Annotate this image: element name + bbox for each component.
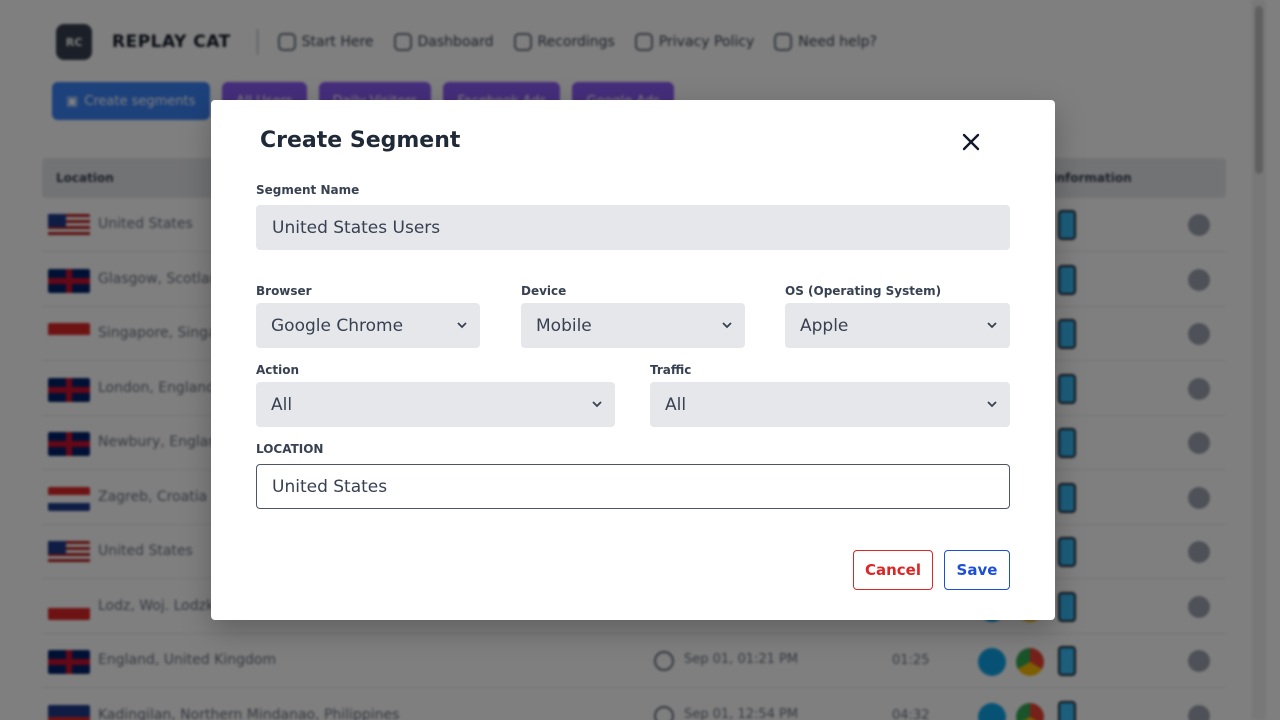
save-button[interactable]: Save bbox=[944, 550, 1010, 590]
os-value: Apple bbox=[800, 315, 849, 336]
close-icon bbox=[962, 133, 980, 151]
os-label: OS (Operating System) bbox=[785, 284, 942, 298]
browser-select[interactable]: Google Chrome bbox=[256, 303, 480, 348]
traffic-select[interactable]: All bbox=[650, 382, 1010, 427]
action-label: Action bbox=[256, 363, 300, 377]
location-input[interactable] bbox=[256, 464, 1010, 509]
chevron-down-icon bbox=[457, 322, 467, 329]
os-select[interactable]: Apple bbox=[785, 303, 1010, 348]
traffic-value: All bbox=[665, 394, 687, 415]
location-label: LOCATION bbox=[256, 442, 324, 456]
traffic-label: Traffic bbox=[650, 363, 692, 377]
device-select[interactable]: Mobile bbox=[521, 303, 745, 348]
close-button[interactable] bbox=[959, 130, 983, 154]
device-value: Mobile bbox=[536, 315, 592, 336]
create-segment-modal: Create Segment Segment Name Browser Goog… bbox=[211, 100, 1055, 620]
browser-label: Browser bbox=[256, 284, 312, 298]
action-select[interactable]: All bbox=[256, 382, 615, 427]
action-value: All bbox=[271, 394, 293, 415]
segment-name-label: Segment Name bbox=[256, 183, 360, 197]
modal-title: Create Segment bbox=[260, 128, 461, 153]
chevron-down-icon bbox=[592, 401, 602, 408]
chevron-down-icon bbox=[987, 322, 997, 329]
browser-value: Google Chrome bbox=[271, 315, 404, 336]
cancel-button[interactable]: Cancel bbox=[853, 550, 933, 590]
chevron-down-icon bbox=[987, 401, 997, 408]
device-label: Device bbox=[521, 284, 567, 298]
segment-name-input[interactable] bbox=[256, 205, 1010, 250]
chevron-down-icon bbox=[722, 322, 732, 329]
